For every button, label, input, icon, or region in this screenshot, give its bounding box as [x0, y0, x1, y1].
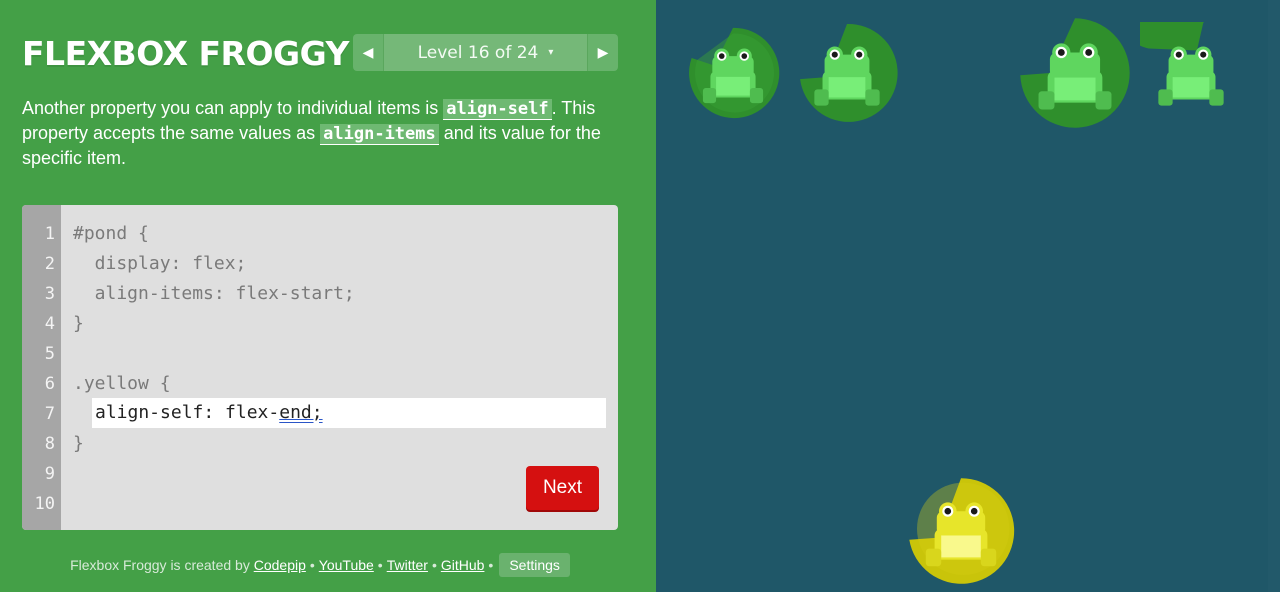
twitter-link[interactable]: Twitter [387, 557, 428, 573]
app-title: FLEXBOX FROGGY [22, 34, 349, 73]
level-label: Level 16 of 24 [417, 42, 539, 63]
instructions: Another property you can apply to indivi… [22, 98, 601, 168]
code-term-align-items: align-items [320, 124, 439, 145]
line-number: 2 [44, 254, 55, 274]
line-number: 5 [44, 344, 55, 364]
yellow-frog-icon [909, 478, 1015, 584]
green-frog-icon [1140, 22, 1224, 106]
next-level-button[interactable]: ▶ [587, 34, 618, 71]
sidebar: FLEXBOX FROGGY ◀ Level 16 of 24 ▾ ▶ Anot… [0, 0, 656, 592]
code-editor: 1 2 3 4 5 6 7 8 9 10 #pond { display: fl… [22, 205, 618, 530]
spellcheck-underlined-text: end; [279, 402, 323, 423]
green-frog-icon [800, 24, 898, 122]
level-selector[interactable]: Level 16 of 24 ▾ [384, 34, 587, 71]
settings-button[interactable]: Settings [499, 553, 570, 577]
code-line: } [73, 433, 84, 454]
green-frog-lilypad [686, 26, 780, 120]
code-term-align-self: align-self [443, 99, 552, 120]
footer: Flexbox Froggy is created by Codepip • You… [0, 553, 640, 577]
line-number: 7 [44, 404, 55, 424]
line-number: 9 [44, 464, 55, 484]
triangle-left-icon: ◀ [362, 44, 374, 61]
youtube-link[interactable]: YouTube [319, 557, 374, 573]
line-number: 3 [44, 284, 55, 304]
line-number: 1 [44, 224, 55, 244]
line-number: 10 [34, 494, 55, 514]
code-line: .yellow { [73, 373, 171, 394]
previous-level-button[interactable]: ◀ [353, 34, 384, 71]
next-button[interactable]: Next [526, 466, 599, 510]
green-frog-icon [689, 27, 780, 119]
level-navigation: ◀ Level 16 of 24 ▾ ▶ [353, 34, 618, 71]
green-frog-lilypad [1018, 16, 1132, 130]
code-line: } [73, 313, 84, 334]
line-number: 8 [44, 434, 55, 454]
line-number: 4 [44, 314, 55, 334]
triangle-right-icon: ▶ [597, 44, 609, 61]
pond [656, 0, 1268, 592]
caret-down-icon: ▾ [548, 47, 554, 58]
green-frog-lilypad [1140, 22, 1242, 124]
line-number: 6 [44, 374, 55, 394]
yellow-frog-lilypad [906, 476, 1016, 586]
code-line: align-items: flex-start; [73, 283, 355, 304]
github-link[interactable]: GitHub [441, 557, 485, 573]
code-line: #pond { [73, 223, 149, 244]
codepip-link[interactable]: Codepip [254, 557, 306, 573]
green-frog-icon [1020, 18, 1130, 128]
pond-scrollbar[interactable] [1268, 0, 1280, 592]
green-frog-lilypad [796, 22, 898, 124]
line-number-gutter: 1 2 3 4 5 6 7 8 9 10 [22, 205, 61, 530]
css-answer-input[interactable]: align-self: flex-end; [92, 398, 606, 428]
code-line: display: flex; [73, 253, 247, 274]
